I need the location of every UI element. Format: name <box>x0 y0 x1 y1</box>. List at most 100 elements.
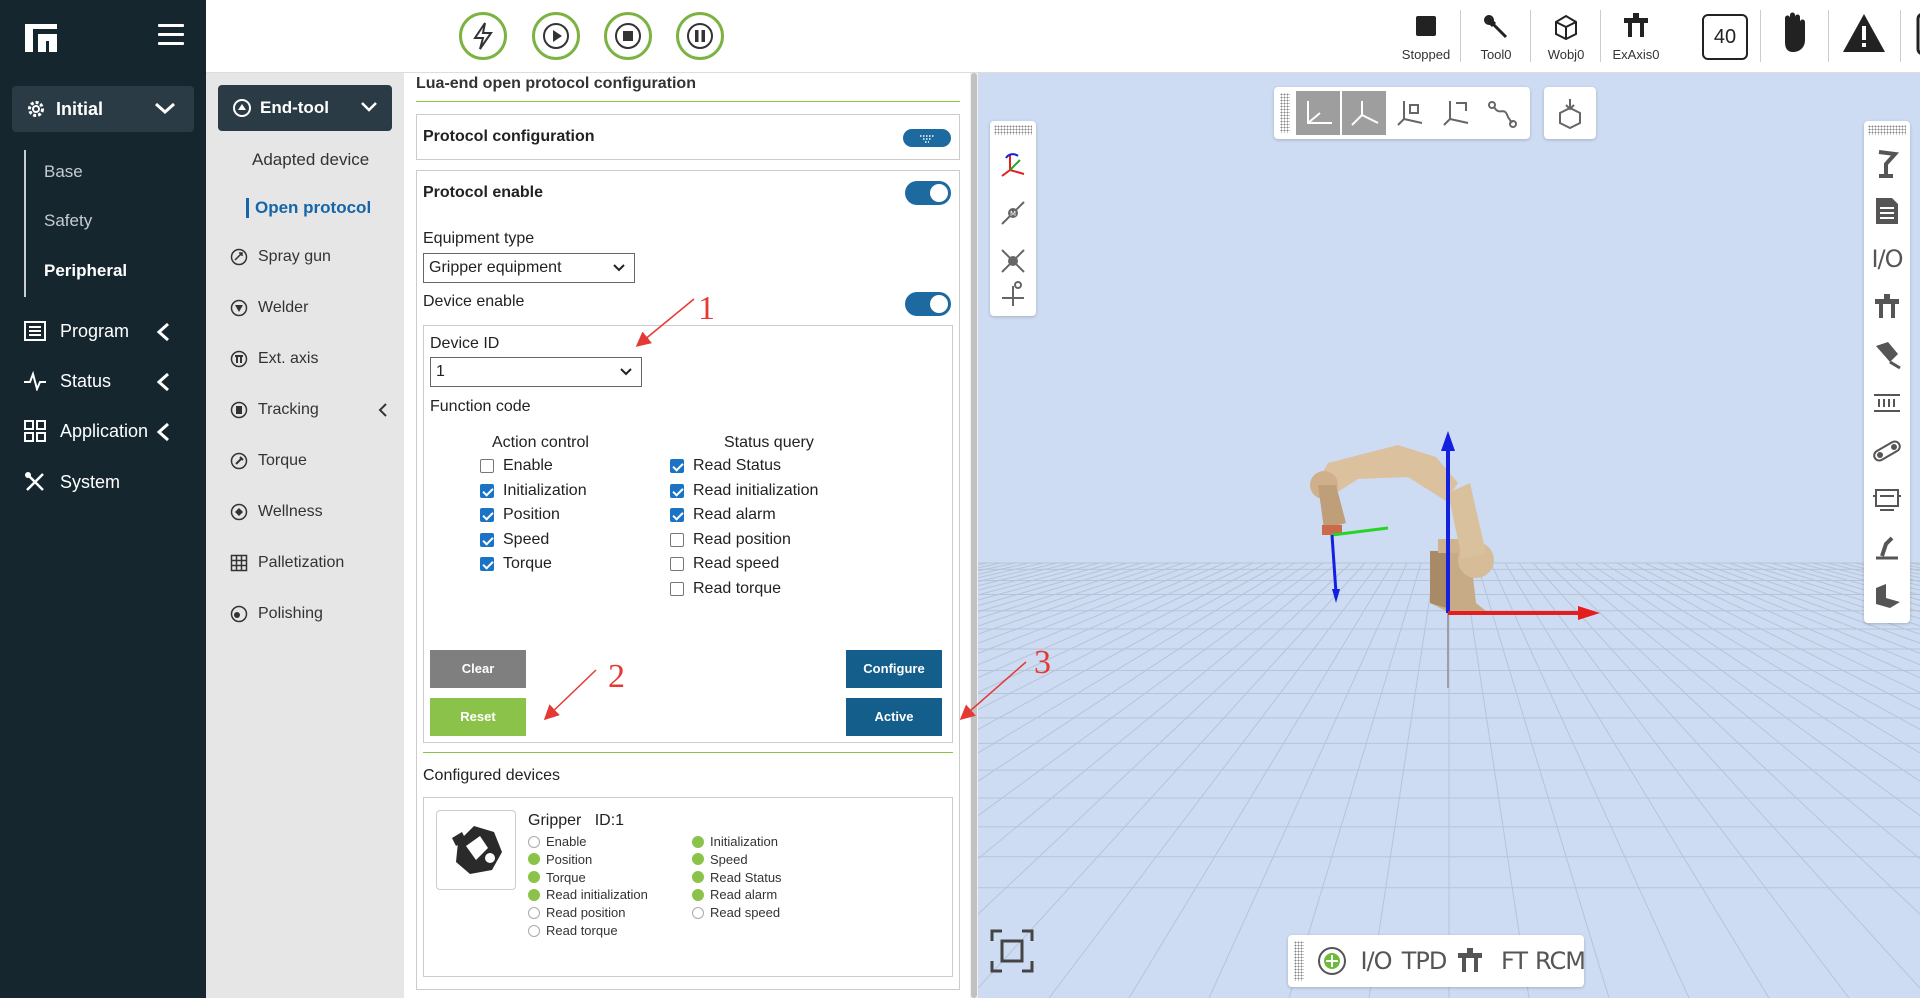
drag-handle[interactable] <box>994 125 1032 135</box>
collision-button[interactable] <box>1914 12 1920 68</box>
status-query-checkbox-row[interactable]: Read Status <box>670 457 781 475</box>
action-control-checkbox-row[interactable]: Position <box>480 506 560 524</box>
submenu-item-palletization[interactable]: Palletization <box>230 550 396 576</box>
tpd-toggle-button[interactable]: TPD <box>1400 939 1448 983</box>
sidebar-item-program[interactable]: Program <box>24 316 194 346</box>
submenu-item-polishing[interactable]: Polishing <box>230 601 396 627</box>
device-function-label: Enable <box>546 834 587 849</box>
checkbox-checked[interactable] <box>480 557 494 572</box>
ext-axis-toggle-button[interactable] <box>1448 939 1492 983</box>
robot-view-button[interactable] <box>1865 141 1909 185</box>
sidebar-item-application[interactable]: Application <box>24 416 194 446</box>
hand-guide-button[interactable] <box>1772 12 1816 68</box>
program-view-button[interactable] <box>1865 189 1909 233</box>
device-enable-toggle[interactable] <box>905 292 951 316</box>
run-status[interactable]: Stopped <box>1396 8 1456 64</box>
status-query-checkbox-row[interactable]: Read alarm <box>670 506 776 524</box>
checkbox-checked[interactable] <box>480 483 494 498</box>
hamburger-menu-icon[interactable] <box>158 24 184 46</box>
equipment-type-select[interactable]: Gripper equipment <box>423 253 635 283</box>
play-button[interactable] <box>532 12 580 60</box>
view-axes-button[interactable] <box>991 143 1035 187</box>
device-card[interactable]: Gripper ID:1 Enable Position Torque Read in… <box>423 797 953 977</box>
active-button[interactable]: Active <box>846 698 942 736</box>
protocol-enable-toggle[interactable] <box>905 181 951 205</box>
pin-point-button[interactable] <box>991 271 1035 315</box>
action-control-checkbox-row[interactable]: Torque <box>480 555 552 573</box>
drag-handle[interactable] <box>1294 941 1304 981</box>
sidebar-item-status[interactable]: Status <box>24 366 194 396</box>
drag-handle[interactable] <box>1280 93 1290 133</box>
submenu-item-wellness[interactable]: Wellness <box>230 499 396 525</box>
enable-button[interactable] <box>459 12 507 60</box>
checkbox-checked[interactable] <box>670 508 684 523</box>
coord-joint-button[interactable] <box>1342 91 1386 135</box>
protocol-config-expand-button[interactable] <box>903 129 951 147</box>
warning-button[interactable] <box>1840 12 1888 68</box>
submenu-item-torque[interactable]: Torque <box>230 448 396 474</box>
fullscreen-button[interactable] <box>990 929 1034 973</box>
pause-button[interactable] <box>676 12 724 60</box>
path-button[interactable] <box>1480 91 1524 135</box>
measure-move-button[interactable]: M <box>991 191 1035 235</box>
checkbox-checked[interactable] <box>480 508 494 523</box>
end-tool-select[interactable]: End-tool <box>218 85 392 131</box>
conveyor-view-button[interactable] <box>1865 429 1909 473</box>
speed-indicator[interactable]: 40 <box>1702 14 1748 60</box>
status-query-checkbox-row[interactable]: Read initialization <box>670 482 818 500</box>
drag-handle[interactable] <box>1868 125 1906 135</box>
ext-axis-view-button[interactable] <box>1865 285 1909 329</box>
status-query-checkbox-row[interactable]: Read position <box>670 531 791 549</box>
submenu-item-ext-axis[interactable]: Ext. axis <box>230 346 396 372</box>
workpiece-view-button[interactable] <box>1865 573 1909 617</box>
welding-view-button[interactable] <box>1865 525 1909 569</box>
tool-view-button[interactable] <box>1865 333 1909 377</box>
load-model-button[interactable] <box>1548 91 1592 135</box>
checkbox-unchecked[interactable] <box>480 459 494 473</box>
mode-select[interactable]: Initial <box>12 86 194 132</box>
submenu-item-open-protocol[interactable]: Open protocol <box>246 198 371 218</box>
checkbox-label: Read Status <box>693 457 782 474</box>
checkbox-unchecked[interactable] <box>670 582 684 596</box>
checkbox-unchecked[interactable] <box>670 532 684 547</box>
sidebar-item-system[interactable]: System <box>24 467 194 497</box>
submenu-item-tracking[interactable]: Tracking <box>230 397 396 423</box>
wobj-coordinate[interactable]: Wobj0 <box>1536 8 1596 64</box>
sidebar-item-base[interactable]: Base <box>44 162 83 182</box>
status-query-checkbox-row[interactable]: Read torque <box>670 580 781 598</box>
action-control-checkbox-row[interactable]: Speed <box>480 531 549 549</box>
panel-view-button[interactable] <box>1865 477 1909 521</box>
device-function-label: Read position <box>546 905 626 921</box>
clear-button[interactable]: Clear <box>430 650 526 688</box>
io-toggle-button[interactable]: I/O <box>1354 939 1398 983</box>
checkbox-checked[interactable] <box>670 459 684 473</box>
configure-button[interactable]: Configure <box>846 650 942 688</box>
3d-viewport[interactable]: M I/O I/O TPD FT RCM <box>978 73 1920 998</box>
device-id-select[interactable]: 1 <box>430 357 642 387</box>
sidebar-item-safety[interactable]: Safety <box>44 211 92 231</box>
rail-view-button[interactable] <box>1865 381 1909 425</box>
coord-wobj-button[interactable] <box>1434 91 1478 135</box>
coord-tool-button[interactable] <box>1388 91 1432 135</box>
action-control-checkbox-row[interactable]: Initialization <box>480 482 587 500</box>
checkbox-unchecked[interactable] <box>670 557 684 572</box>
rcm-toggle-button[interactable]: RCM <box>1535 939 1586 983</box>
scrollbar-thumb[interactable] <box>971 73 977 998</box>
target-button[interactable] <box>1310 939 1354 983</box>
submenu-item-welder[interactable]: Welder <box>230 295 396 321</box>
tool-coordinate[interactable]: Tool0 <box>1466 8 1526 64</box>
checkbox-checked[interactable] <box>670 483 684 498</box>
sidebar-item-peripheral[interactable]: Peripheral <box>44 261 127 281</box>
action-control-checkbox-row[interactable]: Enable <box>480 457 553 475</box>
submenu-item-adapted-device[interactable]: Adapted device <box>252 150 369 170</box>
ext-axis-coordinate[interactable]: ExAxis0 <box>1606 8 1666 64</box>
submenu-item-spray-gun[interactable]: Spray gun <box>230 244 396 270</box>
io-view-button[interactable]: I/O <box>1865 237 1909 281</box>
ft-toggle-button[interactable]: FT <box>1492 939 1536 983</box>
checkbox-checked[interactable] <box>480 532 494 547</box>
coord-base-button[interactable] <box>1296 91 1340 135</box>
status-query-checkbox-row[interactable]: Read speed <box>670 555 779 573</box>
reset-button[interactable]: Reset <box>430 698 526 736</box>
panel-scrollbar[interactable] <box>970 73 978 998</box>
stop-button[interactable] <box>604 12 652 60</box>
